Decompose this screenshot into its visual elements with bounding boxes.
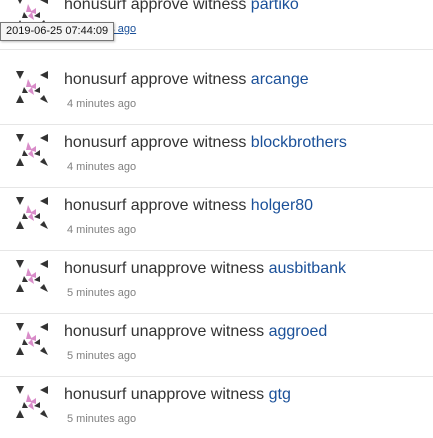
activity-text: honusurf unapprove witness ausbitbank — [64, 259, 346, 279]
action-text: approve witness — [130, 0, 247, 13]
activity-row: honusurf approve witness blockbrothers 4… — [0, 126, 433, 188]
witness-link[interactable]: gtg — [269, 386, 291, 403]
action-text: unapprove witness — [130, 260, 265, 277]
activity-row: honusurf approve witness arcange 4 minut… — [0, 63, 433, 125]
username-link[interactable]: honusurf — [64, 0, 126, 13]
activity-text: honusurf approve witness arcange — [64, 70, 309, 90]
witness-link[interactable]: blockbrothers — [251, 134, 347, 151]
timestamp-link[interactable]: 4 minutes ago — [67, 160, 136, 174]
avatar-pinwheel-icon[interactable] — [14, 258, 50, 294]
witness-link[interactable]: partiko — [251, 0, 299, 13]
witness-link[interactable]: aggroed — [269, 323, 328, 340]
activity-text: honusurf approve witness holger80 — [64, 196, 313, 216]
timestamp-tooltip: 2019-06-25 07:44:09 — [0, 22, 115, 41]
activity-row: honusurf unapprove witness gtg 5 minutes… — [0, 378, 433, 438]
activity-row: honusurf approve witness holger80 4 minu… — [0, 189, 433, 251]
activity-text: honusurf approve witness partiko — [64, 0, 299, 15]
timestamp-link[interactable]: 5 minutes ago — [67, 349, 136, 363]
witness-link[interactable]: arcange — [251, 71, 309, 88]
activity-text: honusurf unapprove witness aggroed — [64, 322, 327, 342]
timestamp-link[interactable]: 5 minutes ago — [67, 412, 136, 426]
username-link[interactable]: honusurf — [64, 323, 126, 340]
avatar-pinwheel-icon[interactable] — [14, 321, 50, 357]
activity-text: honusurf approve witness blockbrothers — [64, 133, 347, 153]
activity-row: honusurf unapprove witness aggroed 5 min… — [0, 315, 433, 377]
activity-row: honusurf unapprove witness ausbitbank 5 … — [0, 252, 433, 314]
witness-link[interactable]: ausbitbank — [269, 260, 346, 277]
action-text: approve witness — [130, 71, 247, 88]
avatar-pinwheel-icon[interactable] — [14, 195, 50, 231]
username-link[interactable]: honusurf — [64, 197, 126, 214]
username-link[interactable]: honusurf — [64, 134, 126, 151]
username-link[interactable]: honusurf — [64, 260, 126, 277]
timestamp-link[interactable]: 4 minutes ago — [67, 97, 136, 111]
witness-link[interactable]: holger80 — [251, 197, 313, 214]
action-text: approve witness — [130, 197, 247, 214]
timestamp-link[interactable]: 5 minutes ago — [67, 286, 136, 300]
avatar-pinwheel-icon[interactable] — [14, 132, 50, 168]
username-link[interactable]: honusurf — [64, 386, 126, 403]
action-text: unapprove witness — [130, 323, 265, 340]
avatar-pinwheel-icon[interactable] — [14, 69, 50, 105]
activity-text: honusurf unapprove witness gtg — [64, 385, 291, 405]
activity-feed: honusurf approve witness partiko 4 minut… — [0, 0, 433, 438]
timestamp-link[interactable]: 4 minutes ago — [67, 223, 136, 237]
action-text: approve witness — [130, 134, 247, 151]
username-link[interactable]: honusurf — [64, 71, 126, 88]
action-text: unapprove witness — [130, 386, 265, 403]
avatar-pinwheel-icon[interactable] — [14, 384, 50, 420]
